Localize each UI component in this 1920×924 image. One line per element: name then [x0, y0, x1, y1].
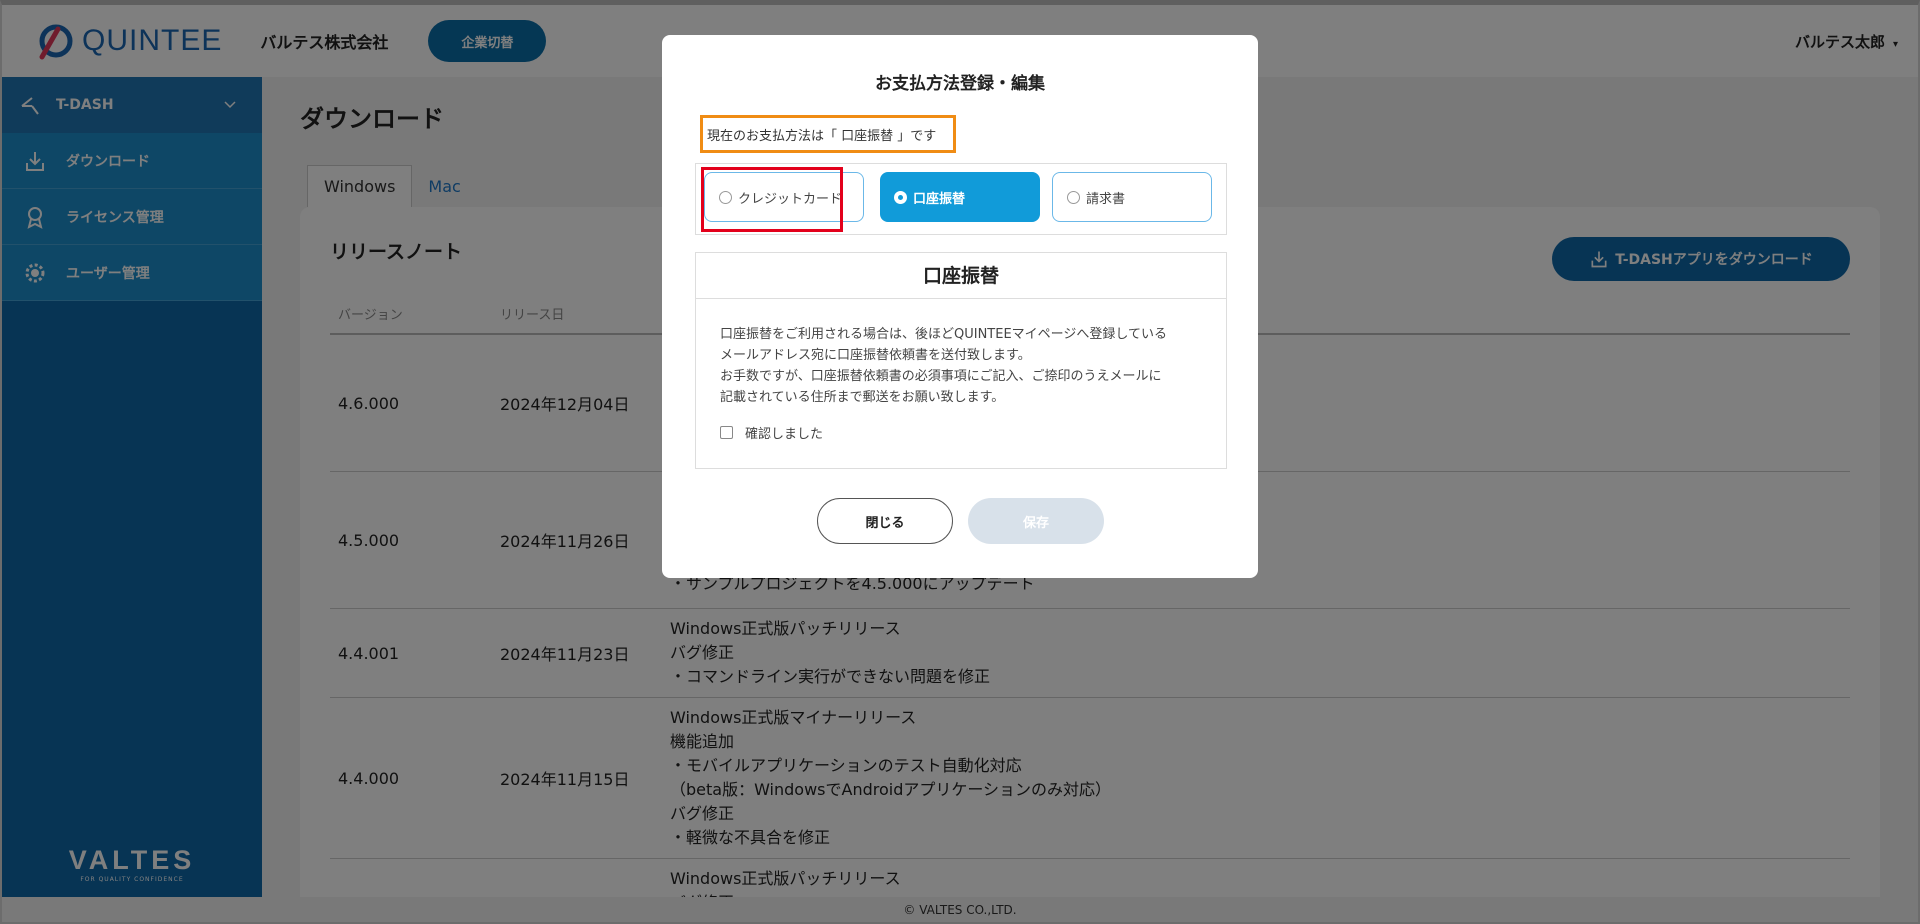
payment-info-box: 口座振替 口座振替をご利用される場合は、後ほどQUINTEEマイページへ登録して… [695, 252, 1227, 469]
radio-checked-icon [894, 190, 907, 204]
option-bank-transfer[interactable]: 口座振替 [880, 172, 1040, 222]
confirm-checkbox[interactable] [720, 426, 733, 439]
confirm-checkbox-row[interactable]: 確認しました [720, 423, 823, 442]
info-line: メールアドレス宛に口座振替依頼書を送付致します。 [720, 348, 1031, 363]
confirm-label: 確認しました [745, 427, 824, 442]
highlight-annotation [701, 167, 843, 232]
info-line: お手数ですが、口座振替依頼書の必須事項にご記入、ご捺印のうえメールに [720, 369, 1162, 384]
info-body: 口座振替をご利用される場合は、後ほどQUINTEEマイページへ登録している メー… [696, 299, 1226, 408]
option-invoice[interactable]: 請求書 [1052, 172, 1212, 222]
info-title: 口座振替 [696, 253, 1226, 299]
current-payment-method: 現在のお支払方法は「 口座振替 」です [700, 115, 956, 153]
close-button[interactable]: 閉じる [817, 498, 953, 544]
modal-title: お支払方法登録・編集 [875, 74, 1045, 94]
option-label: 口座振替 [913, 191, 966, 207]
option-label: 請求書 [1086, 191, 1126, 207]
info-line: 口座振替をご利用される場合は、後ほどQUINTEEマイページへ登録している [720, 327, 1168, 342]
payment-method-modal: お支払方法登録・編集 現在のお支払方法は「 口座振替 」です クレジットカード … [662, 35, 1258, 578]
radio-unchecked-icon [1067, 190, 1080, 204]
info-line: 記載されている住所まで郵送をお願い致します。 [720, 390, 1005, 405]
save-button[interactable]: 保存 [968, 498, 1104, 544]
